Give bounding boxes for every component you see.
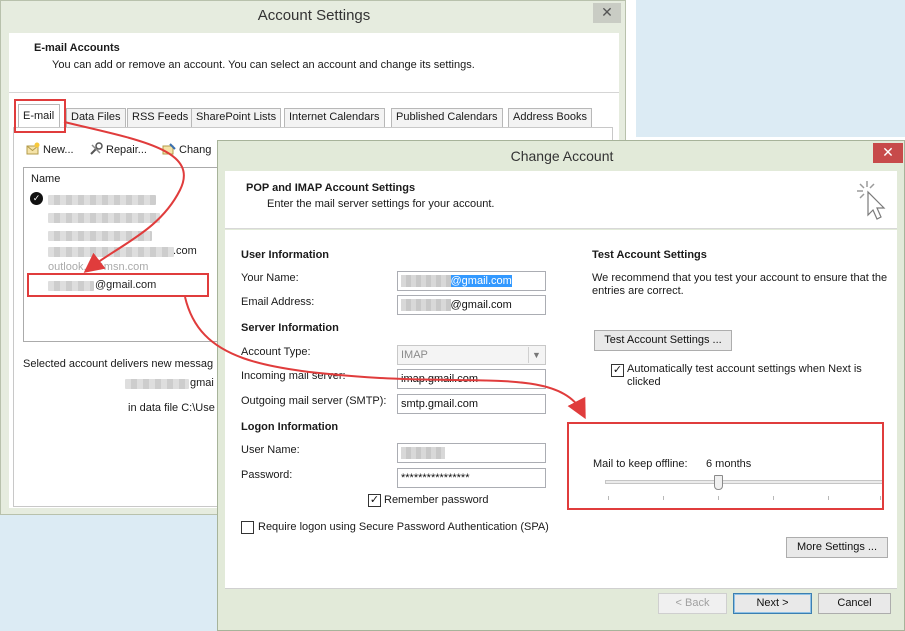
- account-name-redacted: [48, 213, 160, 223]
- header-panel: E-mail Accounts You can add or remove an…: [9, 33, 619, 93]
- spa-label: Require logon using Secure Password Auth…: [258, 521, 549, 533]
- tab-rss-feeds[interactable]: RSS Feeds: [127, 108, 194, 127]
- close-button[interactable]: ✕: [593, 3, 621, 23]
- close-button[interactable]: ✕: [873, 143, 903, 163]
- logon-info-heading: Logon Information: [241, 421, 339, 433]
- account-name-redacted: [48, 231, 152, 241]
- new-mail-icon: [26, 142, 40, 156]
- incoming-server-field[interactable]: imap.gmail.com: [397, 369, 546, 389]
- account-name-redacted: [48, 247, 174, 257]
- more-settings-button[interactable]: More Settings ...: [786, 537, 888, 558]
- dialog-header: POP and IMAP Account Settings Enter the …: [225, 171, 897, 229]
- list-item-partial[interactable]: .com: [173, 245, 197, 257]
- list-item-partial[interactable]: outlook...@msn.com: [48, 262, 148, 270]
- close-icon: ✕: [601, 4, 613, 20]
- auto-test-checkbox[interactable]: ✓: [611, 364, 624, 377]
- spa-checkbox[interactable]: [241, 521, 254, 534]
- dialog-body: User Information Your Name: xxxxxxxxx@gm…: [225, 230, 897, 588]
- cursor-click-icon: [853, 177, 893, 223]
- background-patch-bottom-left: [0, 513, 217, 631]
- tab-published-calendars[interactable]: Published Calendars: [391, 108, 503, 127]
- user-info-heading: User Information: [241, 249, 330, 261]
- outgoing-server-field[interactable]: smtp.gmail.com: [397, 394, 546, 414]
- header-subtitle: You can add or remove an account. You ca…: [52, 59, 475, 71]
- tab-address-books[interactable]: Address Books: [508, 108, 592, 127]
- incoming-server-label: Incoming mail server:: [241, 370, 346, 382]
- back-button[interactable]: < Back: [658, 593, 727, 614]
- username-field[interactable]: xxxxxxxx: [397, 443, 546, 463]
- dialog-header-subtitle: Enter the mail server settings for your …: [267, 198, 495, 210]
- annotation-box-offline-slider: [567, 422, 884, 510]
- next-button[interactable]: Next >: [733, 593, 812, 614]
- server-info-heading: Server Information: [241, 322, 339, 334]
- email-address-label: Email Address:: [241, 296, 315, 308]
- cancel-button[interactable]: Cancel: [818, 593, 891, 614]
- repair-button[interactable]: Repair...: [89, 142, 147, 158]
- background-patch-top-right: [636, 0, 905, 137]
- annotation-box-email-tab: [14, 99, 66, 133]
- outgoing-server-label: Outgoing mail server (SMTP):: [241, 395, 387, 407]
- test-settings-description: We recommend that you test your account …: [592, 272, 888, 297]
- remember-password-label: Remember password: [384, 494, 489, 506]
- wrench-icon: [89, 142, 103, 156]
- password-field[interactable]: ****************: [397, 468, 546, 488]
- close-icon: ✕: [882, 144, 894, 160]
- data-file-path: in data file C:\Use: [128, 402, 215, 414]
- delivery-account: gmai: [190, 377, 214, 389]
- account-type-label: Account Type:: [241, 346, 311, 358]
- your-name-field[interactable]: xxxxxxxxx@gmail.com: [397, 271, 546, 291]
- dialog-title: Change Account: [510, 148, 614, 164]
- username-label: User Name:: [241, 444, 300, 456]
- auto-test-label: Automatically test account settings when…: [627, 363, 862, 388]
- password-label: Password:: [241, 469, 293, 481]
- footer-divider: [225, 588, 897, 589]
- annotation-box-gmail-account: [27, 273, 209, 297]
- window-title: Account Settings: [257, 7, 371, 24]
- header-title: E-mail Accounts: [34, 42, 120, 54]
- list-header-name: Name: [31, 173, 61, 185]
- default-account-check-icon: ✓: [30, 192, 43, 205]
- test-account-settings-button[interactable]: Test Account Settings ...: [594, 330, 732, 351]
- test-settings-heading: Test Account Settings: [592, 249, 707, 261]
- delivery-account-redacted: [125, 379, 189, 389]
- tab-internet-calendars[interactable]: Internet Calendars: [284, 108, 385, 127]
- change-button[interactable]: Chang: [162, 142, 211, 158]
- your-name-label: Your Name:: [241, 272, 299, 284]
- email-address-field[interactable]: xxxxxxxxx@gmail.com: [397, 295, 546, 315]
- change-account-dialog: Change Account ✕ POP and IMAP Account Se…: [217, 140, 905, 631]
- dialog-header-title: POP and IMAP Account Settings: [246, 182, 416, 194]
- remember-password-checkbox[interactable]: ✓: [368, 494, 381, 507]
- delivers-text: Selected account delivers new messag: [23, 358, 214, 370]
- new-button[interactable]: New...: [26, 142, 74, 158]
- account-type-select: IMAP ▼: [397, 345, 546, 365]
- account-name-redacted: [48, 195, 156, 205]
- tab-data-files[interactable]: Data Files: [66, 108, 126, 127]
- tab-sharepoint-lists[interactable]: SharePoint Lists: [191, 108, 282, 127]
- change-icon: [162, 142, 176, 156]
- chevron-down-icon: ▼: [528, 347, 544, 363]
